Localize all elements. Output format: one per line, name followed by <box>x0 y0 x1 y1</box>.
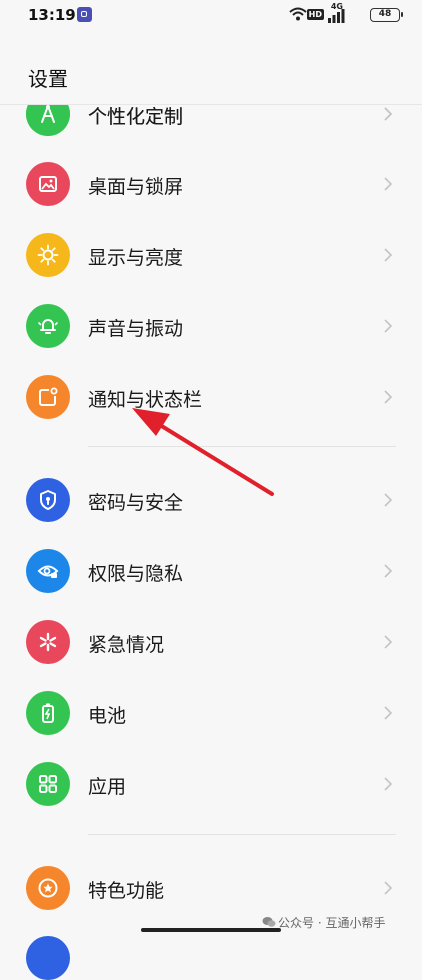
home-indicator[interactable] <box>141 928 281 932</box>
watermark-text: 公众号 · 互通小帮手 <box>278 916 386 930</box>
wechat-icon <box>262 917 276 927</box>
annotation-arrow-head <box>132 408 170 436</box>
annotation-arrow-shaft <box>158 423 274 496</box>
annotation-arrow-overlay <box>132 408 274 496</box>
